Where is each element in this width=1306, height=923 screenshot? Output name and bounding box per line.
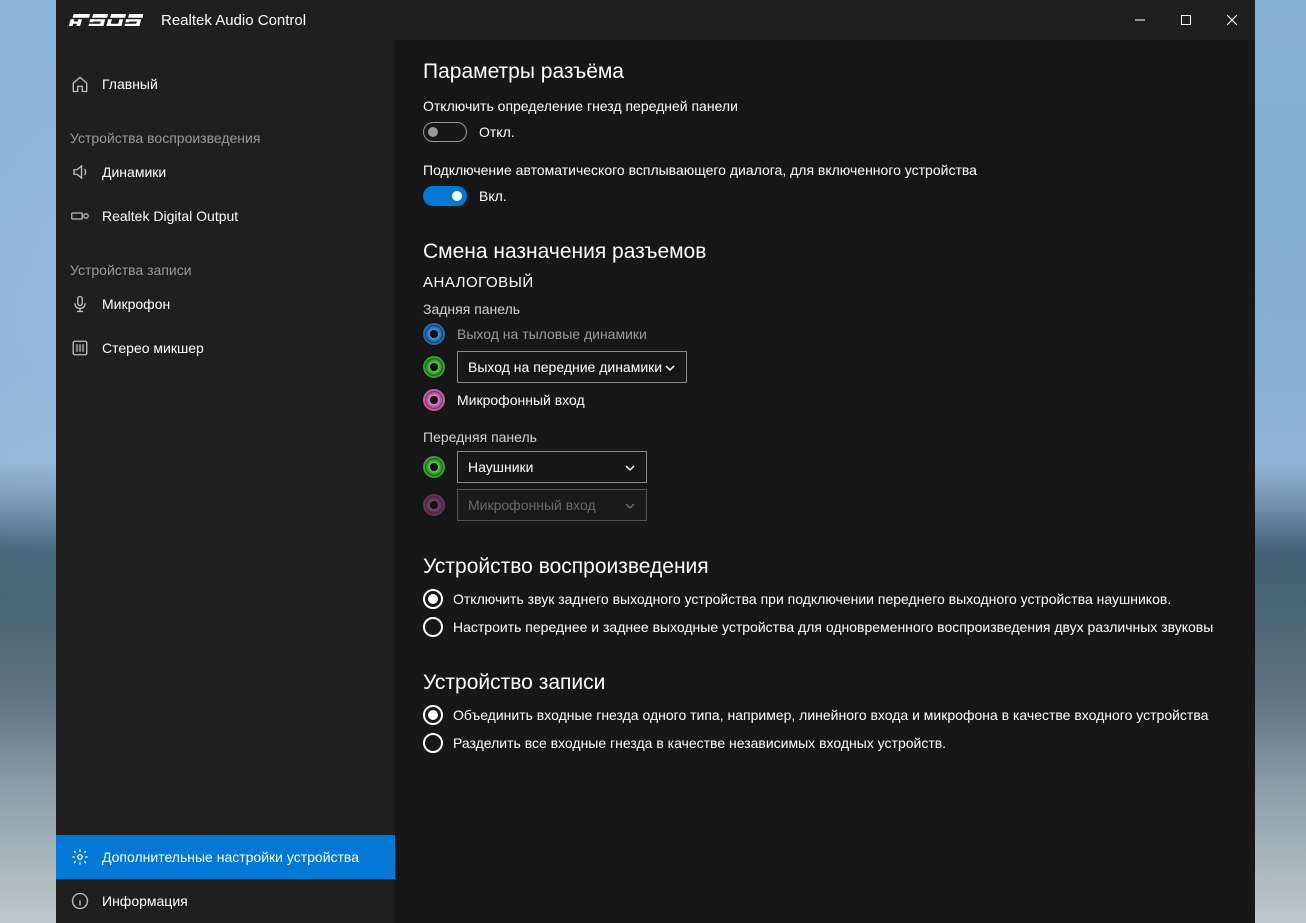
retasking-heading: Смена назначения разъемов bbox=[423, 240, 1255, 264]
radio-playback-mute-rear[interactable] bbox=[423, 589, 443, 609]
jack-mic-in-label: Микрофонный вход bbox=[457, 392, 585, 408]
dropdown-headphones[interactable]: Наушники bbox=[457, 451, 647, 483]
radio-label: Разделить все входные гнезда в качестве … bbox=[453, 733, 946, 753]
sidebar-section-record: Устройства записи bbox=[56, 238, 395, 282]
jack-row-mic-in: Микрофонный вход bbox=[423, 389, 1255, 411]
jack-row-front-out: Выход на передние динамики bbox=[423, 351, 1255, 383]
back-panel-label: Задняя панель bbox=[423, 301, 1255, 317]
close-button[interactable] bbox=[1209, 4, 1255, 36]
titlebar: Realtek Audio Control bbox=[56, 0, 1255, 40]
dropdown-mic-in-disabled: Микрофонный вход bbox=[457, 489, 647, 521]
radio-row-record-1: Объединить входные гнезда одного типа, н… bbox=[423, 705, 1255, 725]
front-panel-label: Передняя панель bbox=[423, 429, 1255, 445]
sidebar-item-label: Дополнительные настройки устройства bbox=[102, 849, 359, 865]
sidebar-item-label: Микрофон bbox=[102, 296, 170, 312]
jack-row-mic-in-front: Микрофонный вход bbox=[423, 489, 1255, 521]
sidebar-item-info[interactable]: Информация bbox=[56, 879, 395, 923]
sidebar-item-label: Динамики bbox=[102, 164, 166, 180]
jack-row-rear-out: Выход на тыловые динамики bbox=[423, 323, 1255, 345]
connector-heading: Параметры разъёма bbox=[423, 60, 1255, 84]
radio-record-split[interactable] bbox=[423, 733, 443, 753]
sidebar-item-digital-out[interactable]: Realtek Digital Output bbox=[56, 194, 395, 238]
chevron-down-icon bbox=[664, 361, 676, 373]
dropdown-value: Наушники bbox=[468, 459, 533, 475]
playback-heading: Устройство воспроизведения bbox=[423, 555, 1255, 579]
minimize-button[interactable] bbox=[1117, 4, 1163, 36]
analog-label: АНАЛОГОВЫЙ bbox=[423, 274, 1255, 291]
sidebar-item-label: Стерео микшер bbox=[102, 340, 204, 356]
window-controls bbox=[1117, 4, 1255, 36]
jack-blue-icon[interactable] bbox=[423, 323, 445, 345]
stereo-mix-icon bbox=[68, 336, 92, 360]
app-window: Realtek Audio Control Главный Устройства… bbox=[56, 0, 1255, 923]
sidebar-section-playback: Устройства воспроизведения bbox=[56, 106, 395, 150]
jack-rear-out-label: Выход на тыловые динамики bbox=[457, 326, 647, 342]
sidebar-item-label: Realtek Digital Output bbox=[102, 208, 238, 224]
radio-playback-dual[interactable] bbox=[423, 617, 443, 637]
sidebar-item-label: Главный bbox=[102, 76, 158, 92]
sidebar-item-home[interactable]: Главный bbox=[56, 62, 395, 106]
chevron-down-icon bbox=[624, 499, 636, 511]
sidebar-item-stereo-mix[interactable]: Стерео микшер bbox=[56, 326, 395, 370]
chevron-down-icon bbox=[624, 461, 636, 473]
toggle-state: Откл. bbox=[479, 124, 515, 140]
jack-pink-dim-icon bbox=[423, 494, 445, 516]
gear-icon bbox=[68, 845, 92, 869]
radio-record-combine[interactable] bbox=[423, 705, 443, 725]
radio-row-playback-2: Настроить переднее и заднее выходные уст… bbox=[423, 617, 1255, 637]
jack-pink-icon[interactable] bbox=[423, 389, 445, 411]
sidebar: Главный Устройства воспроизведения Динам… bbox=[56, 40, 395, 923]
dropdown-front-speakers[interactable]: Выход на передние динамики bbox=[457, 351, 687, 383]
radio-row-playback-1: Отключить звук заднего выходного устройс… bbox=[423, 589, 1255, 609]
disable-front-detect-label: Отключить определение гнезд передней пан… bbox=[423, 98, 1255, 114]
digital-out-icon bbox=[68, 204, 92, 228]
jack-green-icon[interactable] bbox=[423, 356, 445, 378]
toggle-state: Вкл. bbox=[479, 188, 507, 204]
radio-label: Отключить звук заднего выходного устройс… bbox=[453, 589, 1171, 609]
sidebar-item-advanced[interactable]: Дополнительные настройки устройства bbox=[56, 835, 395, 879]
jack-green-icon[interactable] bbox=[423, 456, 445, 478]
speakers-icon bbox=[68, 160, 92, 184]
sidebar-item-speakers[interactable]: Динамики bbox=[56, 150, 395, 194]
radio-label: Настроить переднее и заднее выходные уст… bbox=[453, 617, 1213, 637]
radio-row-record-2: Разделить все входные гнезда в качестве … bbox=[423, 733, 1255, 753]
toggle-auto-popup[interactable] bbox=[423, 186, 467, 206]
radio-label: Объединить входные гнезда одного типа, н… bbox=[453, 705, 1208, 725]
jack-row-headphones: Наушники bbox=[423, 451, 1255, 483]
microphone-icon bbox=[68, 292, 92, 316]
record-heading: Устройство записи bbox=[423, 671, 1255, 695]
info-icon bbox=[68, 889, 92, 913]
maximize-button[interactable] bbox=[1163, 4, 1209, 36]
dropdown-value: Выход на передние динамики bbox=[468, 359, 662, 375]
sidebar-item-microphone[interactable]: Микрофон bbox=[56, 282, 395, 326]
home-icon bbox=[68, 72, 92, 96]
asus-logo bbox=[68, 12, 143, 28]
auto-popup-label: Подключение автоматического всплывающего… bbox=[423, 162, 1255, 178]
app-title: Realtek Audio Control bbox=[161, 12, 306, 29]
sidebar-item-label: Информация bbox=[102, 893, 188, 909]
dropdown-value: Микрофонный вход bbox=[468, 497, 596, 513]
main-content: Параметры разъёма Отключить определение … bbox=[395, 40, 1255, 923]
toggle-disable-front-detect[interactable] bbox=[423, 122, 467, 142]
